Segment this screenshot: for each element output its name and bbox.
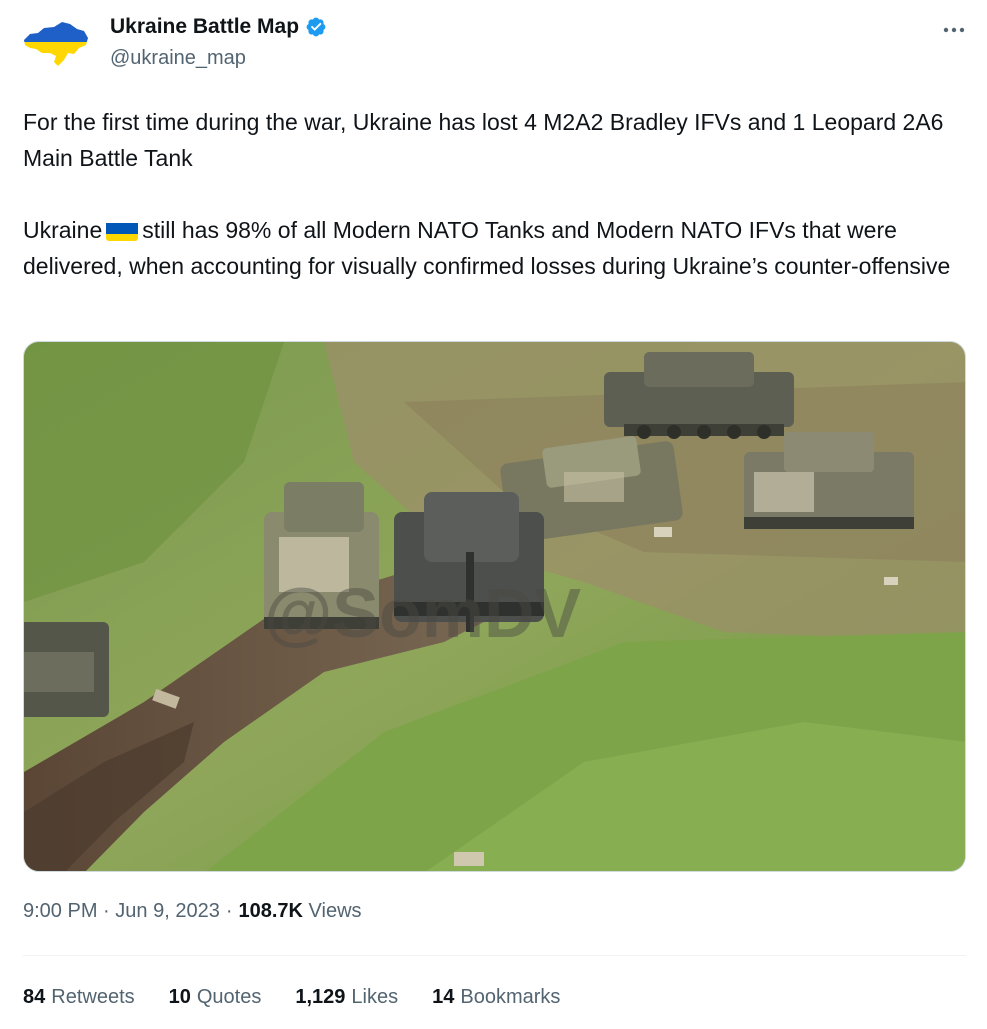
retweets-count: 84 (23, 986, 46, 1008)
quotes-stat[interactable]: 10 Quotes (169, 986, 262, 1009)
retweets-stat[interactable]: 84 Retweets (23, 986, 135, 1009)
tweet-time-link[interactable]: 9:00 PM · Jun 9, 2023 (23, 900, 220, 923)
views-label: Views (308, 900, 362, 922)
engagement-stats: 84 Retweets 10 Quotes 1,129 Likes 14 Boo… (23, 986, 560, 1009)
tweet-paragraph-2: Ukraine still has 98% of all Modern NATO … (23, 212, 963, 284)
views-count: 108.7K (238, 900, 303, 922)
battlefield-photo: @SomDV (24, 342, 965, 871)
quotes-count: 10 (168, 986, 191, 1008)
author-handle[interactable]: @ukraine_map (110, 47, 246, 70)
tweet-paragraph-2-rest: still has 98% of all Modern NATO Tanks a… (23, 217, 951, 279)
tweet-time: 9:00 PM (23, 900, 98, 922)
bookmarks-stat[interactable]: 14 Bookmarks (432, 986, 560, 1009)
retweets-label: Retweets (51, 986, 135, 1008)
ukraine-flag-icon (106, 219, 139, 241)
quotes-label: Quotes (196, 986, 262, 1008)
author-display-name[interactable]: Ukraine Battle Map (110, 15, 299, 39)
verified-badge-icon[interactable] (305, 16, 327, 38)
tweet-meta: 9:00 PM · Jun 9, 2023 · 108.7K Views (23, 900, 362, 923)
tweet-date: Jun 9, 2023 (115, 900, 220, 922)
tweet-media-image[interactable]: @SomDV (23, 341, 966, 872)
tweet-text: For the first time during the war, Ukrai… (23, 104, 963, 284)
meta-separator: · (225, 900, 233, 922)
more-options-button[interactable] (940, 16, 968, 44)
likes-stat[interactable]: 1,129 Likes (295, 986, 398, 1009)
divider (23, 955, 966, 956)
likes-label: Likes (351, 986, 399, 1008)
more-dots-icon (943, 27, 965, 33)
media-watermark: @SomDV (264, 574, 581, 652)
ukraine-map-flag-icon (24, 22, 88, 66)
tweet-paragraph-2-start: Ukraine (23, 217, 103, 243)
likes-count: 1,129 (295, 986, 346, 1008)
tweet-paragraph-1: For the first time during the war, Ukrai… (23, 109, 944, 171)
avatar[interactable] (22, 16, 90, 68)
bookmarks-label: Bookmarks (460, 986, 561, 1008)
bookmarks-count: 14 (432, 986, 455, 1008)
meta-separator: · (103, 900, 110, 922)
